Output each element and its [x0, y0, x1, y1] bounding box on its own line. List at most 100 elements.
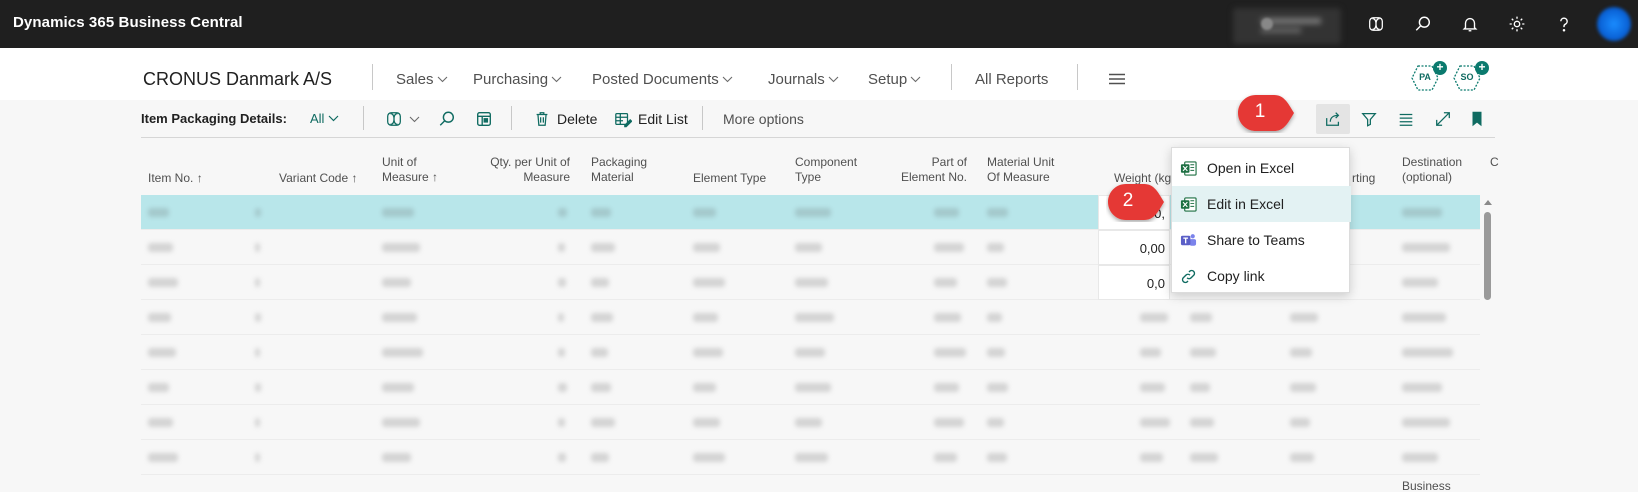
notification-bell-icon[interactable]: [1458, 12, 1482, 36]
edit-list-button[interactable]: Edit List: [614, 106, 688, 132]
table-cell-obscured[interactable]: [1140, 313, 1168, 322]
column-header-component-type[interactable]: Component Type: [795, 155, 857, 185]
table-cell-obscured[interactable]: [148, 383, 169, 392]
table-cell-obscured[interactable]: [255, 348, 260, 357]
table-cell-obscured[interactable]: [148, 313, 172, 322]
table-cell-obscured[interactable]: [591, 418, 615, 427]
table-cell-obscured[interactable]: [1290, 418, 1310, 427]
list-layout-button[interactable]: [475, 106, 493, 132]
table-cell-obscured[interactable]: [255, 278, 261, 287]
table-cell-obscured[interactable]: [934, 208, 959, 217]
table-cell-obscured[interactable]: [1190, 418, 1214, 427]
table-cell-obscured[interactable]: [382, 418, 420, 427]
gear-icon[interactable]: [1505, 12, 1529, 36]
table-cell-obscured[interactable]: [255, 383, 261, 392]
scrollbar-thumb[interactable]: [1484, 212, 1491, 300]
nav-menu-setup[interactable]: Setup: [868, 71, 921, 88]
column-header-material-unit[interactable]: Material Unit Of Measure: [987, 155, 1054, 185]
table-cell-obscured[interactable]: [1402, 453, 1438, 462]
menu-item-edit-in-excel[interactable]: Edit in Excel: [1172, 186, 1351, 222]
table-cell-obscured[interactable]: [1190, 383, 1210, 392]
table-cell-obscured[interactable]: [1402, 348, 1454, 357]
column-header-extra[interactable]: C: [1490, 155, 1499, 170]
table-cell-obscured[interactable]: [934, 278, 957, 287]
table-cell-obscured[interactable]: [148, 453, 178, 462]
nav-menu-posted-documents[interactable]: Posted Documents: [592, 71, 733, 88]
menu-item-share-to-teams[interactable]: Share to Teams: [1172, 222, 1351, 258]
view-filter-dropdown[interactable]: All: [310, 111, 339, 126]
column-header-item-no[interactable]: Item No. ↑: [148, 171, 203, 186]
table-cell-obscured[interactable]: [558, 313, 564, 322]
help-icon[interactable]: [1552, 12, 1576, 36]
menu-item-copy-link[interactable]: Copy link: [1172, 258, 1351, 294]
nav-all-reports[interactable]: All Reports: [975, 71, 1048, 88]
nav-menu-sales[interactable]: Sales: [396, 71, 448, 88]
delete-button[interactable]: Delete: [533, 106, 597, 132]
table-cell-obscured[interactable]: [558, 418, 565, 427]
table-cell-obscured[interactable]: [591, 243, 615, 252]
table-cell-obscured[interactable]: [1290, 453, 1314, 462]
table-cell-obscured[interactable]: [382, 243, 420, 252]
table-cell-obscured[interactable]: [558, 243, 565, 252]
table-row[interactable]: [141, 300, 1480, 335]
table-row[interactable]: [141, 405, 1480, 440]
table-cell-obscured[interactable]: [255, 208, 261, 217]
table-cell-obscured[interactable]: [795, 453, 828, 462]
table-row[interactable]: [141, 440, 1480, 475]
share-button[interactable]: [1316, 104, 1350, 134]
table-cell-obscured[interactable]: [987, 243, 1004, 252]
table-cell-obscured[interactable]: [148, 278, 178, 287]
column-header-reporting[interactable]: rting: [1352, 171, 1375, 186]
table-cell-obscured[interactable]: [558, 348, 566, 357]
column-header-part-of-element[interactable]: Part of Element No.: [880, 155, 967, 185]
column-header-packaging-material[interactable]: Packaging Material: [591, 155, 647, 185]
table-cell-obscured[interactable]: [693, 243, 721, 252]
table-cell-obscured[interactable]: [934, 418, 964, 427]
table-cell-obscured[interactable]: [693, 348, 723, 357]
weight-cell[interactable]: 0,0: [1098, 265, 1170, 300]
environment-indicator[interactable]: [1233, 8, 1341, 44]
company-name[interactable]: CRONUS Danmark A/S: [143, 69, 332, 90]
table-cell-obscured[interactable]: [148, 348, 176, 357]
column-header-element-type[interactable]: Element Type: [693, 171, 766, 186]
table-cell-obscured[interactable]: [558, 453, 566, 462]
table-cell-obscured[interactable]: [255, 418, 260, 427]
table-cell-obscured[interactable]: [558, 383, 567, 392]
table-cell-obscured[interactable]: [987, 348, 1006, 357]
filter-pane-button[interactable]: [1352, 104, 1386, 134]
table-cell-obscured[interactable]: [693, 313, 718, 322]
table-cell-obscured[interactable]: [591, 348, 608, 357]
table-cell-obscured[interactable]: [1190, 348, 1216, 357]
table-cell-obscured[interactable]: [934, 243, 964, 252]
copilot-actions-button[interactable]: [385, 106, 420, 132]
user-avatar[interactable]: [1597, 7, 1631, 41]
table-cell-obscured[interactable]: [1402, 313, 1446, 322]
table-row[interactable]: [141, 335, 1480, 370]
column-header-qty-per-unit[interactable]: Qty. per Unit of Measure: [470, 155, 570, 185]
table-cell-obscured[interactable]: [934, 453, 957, 462]
nav-menu-journals[interactable]: Journals: [768, 71, 839, 88]
table-cell-obscured[interactable]: [795, 208, 831, 217]
table-cell-obscured[interactable]: [1290, 313, 1318, 322]
table-cell-obscured[interactable]: [382, 383, 414, 392]
role-badge-pa[interactable]: PA +: [1411, 61, 1447, 91]
table-cell-obscured[interactable]: [591, 453, 610, 462]
app-title[interactable]: Dynamics 365 Business Central: [13, 14, 243, 31]
weight-cell[interactable]: 0,00: [1098, 230, 1170, 265]
search-icon[interactable]: [1411, 12, 1435, 36]
table-cell-obscured[interactable]: [693, 383, 716, 392]
table-cell-obscured[interactable]: [693, 418, 721, 427]
table-row[interactable]: [141, 370, 1480, 405]
column-header-variant-code[interactable]: Variant Code ↑: [279, 171, 358, 186]
bookmark-button[interactable]: [1460, 104, 1494, 134]
table-cell-obscured[interactable]: [1140, 383, 1166, 392]
table-cell-obscured[interactable]: [1402, 383, 1442, 392]
table-cell-obscured[interactable]: [1402, 418, 1450, 427]
show-as-list-button[interactable]: [1389, 104, 1423, 134]
table-cell-obscured[interactable]: [382, 208, 414, 217]
table-cell-obscured[interactable]: [1290, 383, 1316, 392]
search-list-button[interactable]: [438, 106, 456, 132]
table-cell-obscured[interactable]: [382, 278, 411, 287]
table-cell-obscured[interactable]: [1402, 278, 1438, 287]
table-cell-obscured[interactable]: [558, 278, 566, 287]
